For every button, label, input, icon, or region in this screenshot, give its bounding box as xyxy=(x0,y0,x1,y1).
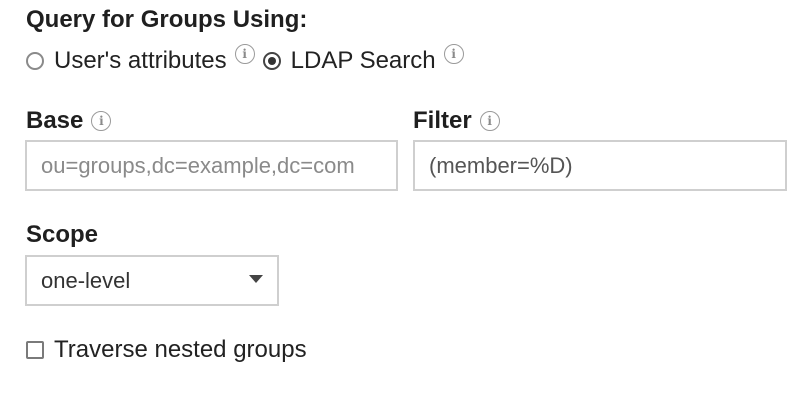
scope-label: Scope xyxy=(26,218,98,252)
info-icon[interactable]: i xyxy=(479,111,500,131)
query-method-radio-group: User's attributes i LDAP Search i xyxy=(26,44,464,78)
filter-input[interactable]: (member=%D) xyxy=(413,140,787,191)
user-attributes-radio[interactable] xyxy=(26,52,44,70)
traverse-nested-groups-checkbox[interactable] xyxy=(26,341,44,359)
info-icon[interactable]: i xyxy=(91,111,112,131)
info-icon[interactable]: i xyxy=(234,44,255,64)
query-groups-title: Query for Groups Using: xyxy=(26,6,308,33)
traverse-nested-groups-label[interactable]: Traverse nested groups xyxy=(54,336,307,364)
base-input[interactable]: ou=groups,dc=example,dc=com xyxy=(25,140,398,191)
info-icon[interactable]: i xyxy=(443,44,464,64)
user-attributes-label[interactable]: User's attributes xyxy=(54,47,227,75)
ldap-search-label[interactable]: LDAP Search xyxy=(291,47,436,75)
scope-selected-value: one-level xyxy=(41,267,131,293)
traverse-nested-groups-row: Traverse nested groups xyxy=(26,334,307,366)
filter-label-row: Filter i xyxy=(413,104,500,138)
scope-select[interactable]: one-level xyxy=(25,255,279,306)
filter-value: (member=%D) xyxy=(429,152,573,178)
base-label: Base xyxy=(26,107,84,134)
base-placeholder: ou=groups,dc=example,dc=com xyxy=(41,152,355,178)
base-label-row: Base i xyxy=(26,104,112,138)
ldap-search-radio[interactable] xyxy=(262,52,281,70)
filter-label: Filter xyxy=(413,107,472,134)
chevron-down-icon xyxy=(249,274,263,283)
scope-label-text: Scope xyxy=(26,221,99,248)
